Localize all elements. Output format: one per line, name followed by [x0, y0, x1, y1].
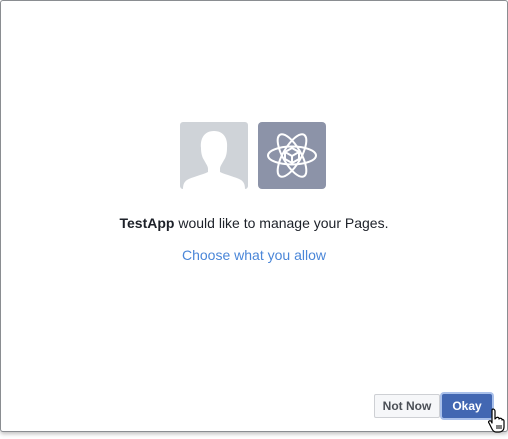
permission-dialog: TestApp would like to manage your Pages.…: [0, 0, 508, 432]
user-avatar-icon: [180, 122, 248, 189]
not-now-button[interactable]: Not Now: [374, 394, 440, 418]
app-name: TestApp: [119, 215, 175, 231]
permission-text: would like to manage your Pages.: [174, 215, 389, 231]
atom-icon: [258, 122, 326, 189]
choose-what-you-allow-link[interactable]: Choose what you allow: [1, 247, 507, 263]
permission-message: TestApp would like to manage your Pages.: [1, 215, 507, 231]
okay-button[interactable]: Okay: [442, 394, 492, 418]
hand-pointer-cursor-icon: [488, 408, 506, 434]
